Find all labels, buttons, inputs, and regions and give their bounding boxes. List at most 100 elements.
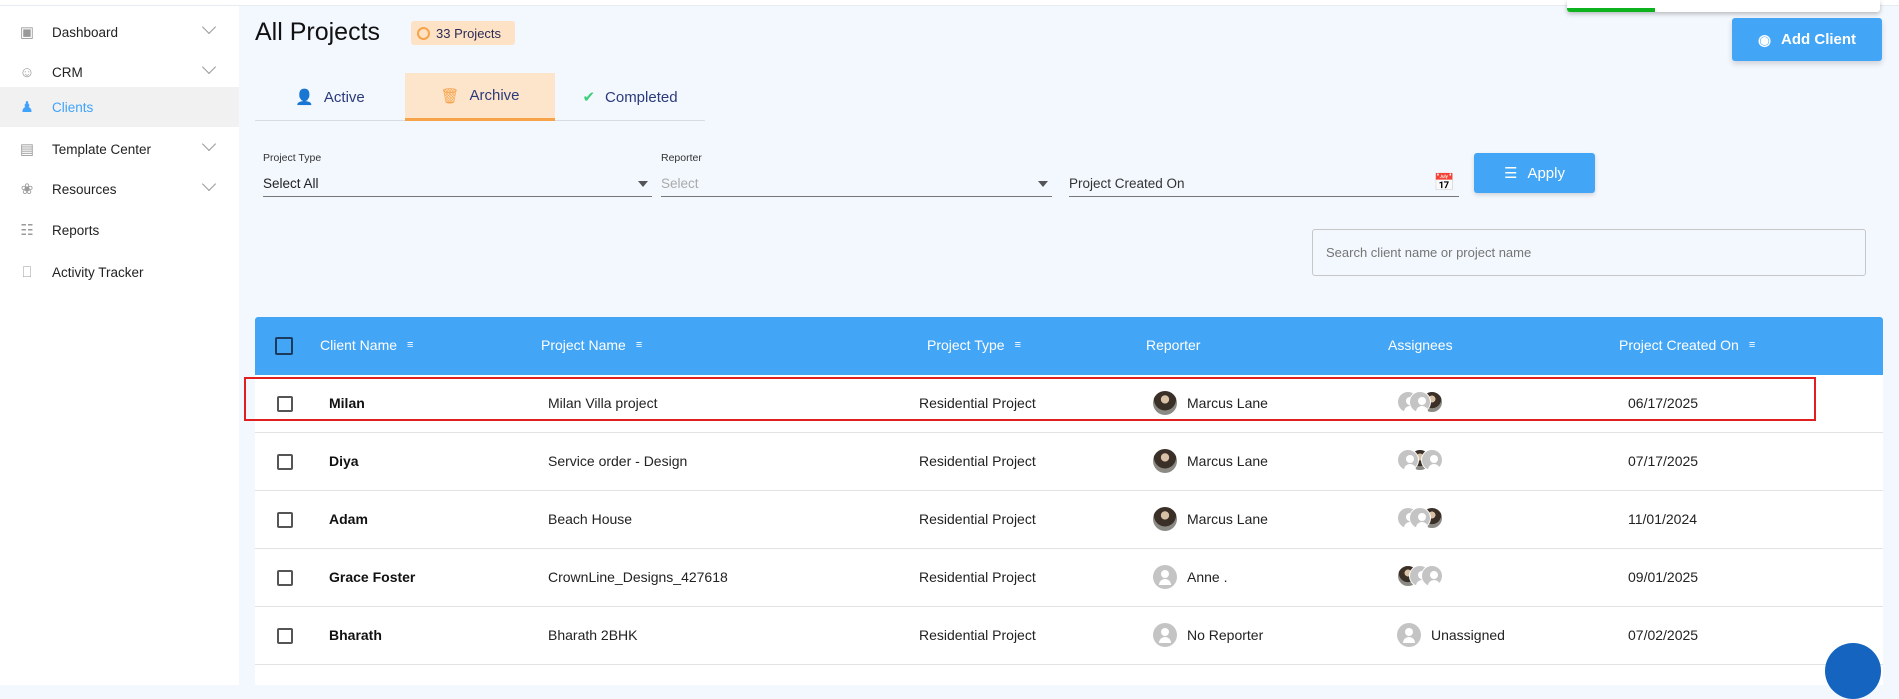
project-name[interactable]: Beach House (548, 511, 632, 527)
row-checkbox[interactable] (277, 570, 293, 586)
chevron-down-icon[interactable] (201, 176, 217, 192)
col-client-name[interactable]: Client Name ≡ (320, 337, 413, 353)
sidebar-item-label: Activity Tracker (52, 264, 144, 280)
clients-icon: ♟ (20, 99, 34, 116)
project-type-select[interactable]: Select All (263, 170, 652, 197)
row-checkbox[interactable] (277, 628, 293, 644)
page-title: All Projects (255, 18, 381, 46)
calendar-icon[interactable]: 📅 (1434, 173, 1455, 193)
search-input[interactable] (1312, 229, 1866, 276)
toast-notification (1567, 0, 1880, 12)
created-on-date: 09/01/2025 (1628, 569, 1699, 585)
sort-icon[interactable]: ≡ (1015, 339, 1021, 351)
sidebar-item-template-center[interactable]: ▤ Template Center (0, 129, 239, 169)
table-row[interactable]: Milan Milan Villa project Residential Pr… (255, 375, 1883, 433)
table-row[interactable]: Bharath Bharath 2BHK Residential Project… (255, 607, 1883, 665)
table-row[interactable]: Adam Beach House Residential Project Mar… (255, 491, 1883, 549)
sidebar-item-label: Clients (52, 99, 94, 115)
reporter-select[interactable]: Select (661, 170, 1052, 197)
reporter-name: Anne . (1187, 569, 1228, 585)
sidebar-item-resources[interactable]: ❀ Resources (0, 169, 239, 209)
client-name[interactable]: Adam (329, 511, 368, 527)
sidebar: ▣ Dashboard ☺ CRM ♟ Clients ▤ Template Center ❀ R… (0, 6, 239, 685)
reporter-placeholder: Select (661, 175, 699, 191)
created-on-date: 11/01/2024 (1628, 511, 1698, 527)
apply-button[interactable]: ☰ Apply (1474, 153, 1595, 193)
caret-down-icon (638, 181, 648, 187)
sidebar-item-activity-tracker[interactable]: ⎕ Activity Tracker (0, 252, 239, 292)
client-name[interactable]: Bharath (329, 627, 382, 643)
sort-icon[interactable]: ≡ (636, 339, 642, 351)
assignee: Unassigned (1397, 623, 1505, 647)
add-client-button[interactable]: ◉ Add Client (1732, 18, 1882, 61)
tab-archive[interactable]: 🗑 Archive (405, 73, 555, 121)
sidebar-item-label: CRM (52, 64, 83, 80)
project-name[interactable]: CrownLine_Designs_427618 (548, 569, 728, 585)
reporter-label: Reporter (661, 152, 702, 164)
chevron-down-icon[interactable] (201, 59, 217, 75)
avatar (1153, 507, 1177, 531)
assignee-avatars (1397, 449, 1443, 471)
reporter-name: Marcus Lane (1187, 453, 1268, 469)
col-created-on[interactable]: Project Created On ≡ (1619, 337, 1755, 353)
tab-label: Archive (469, 87, 520, 104)
sidebar-item-label: Reports (52, 222, 100, 238)
avatar (1153, 449, 1177, 473)
select-all-checkbox[interactable] (275, 337, 293, 355)
add-client-icon: ◉ (1757, 31, 1772, 49)
project-type-value: Select All (263, 175, 319, 191)
resources-icon: ❀ (20, 181, 34, 198)
created-on-date: 06/17/2025 (1628, 395, 1699, 411)
col-label: Client Name (320, 337, 398, 353)
reporter: Anne . (1153, 565, 1227, 589)
chat-widget-button[interactable] (1825, 643, 1881, 699)
project-name[interactable]: Service order - Design (548, 453, 687, 469)
created-on-date-input[interactable]: Project Created On 📅 (1069, 170, 1459, 197)
sidebar-item-clients[interactable]: ♟ Clients (0, 87, 239, 127)
project-type: Residential Project (919, 453, 1036, 469)
client-name[interactable]: Grace Foster (329, 569, 415, 585)
template-icon: ▤ (19, 141, 35, 158)
project-name[interactable]: Bharath 2BHK (548, 627, 638, 643)
client-name[interactable]: Milan (329, 395, 365, 411)
row-checkbox[interactable] (277, 454, 293, 470)
assignee-avatars (1397, 391, 1443, 413)
caret-down-icon (1038, 181, 1048, 187)
tab-active[interactable]: 👤 Active (255, 73, 405, 121)
activity-icon: ⎕ (22, 263, 32, 281)
created-on-date: 07/02/2025 (1628, 627, 1699, 643)
avatar (1153, 565, 1177, 589)
avatar (1409, 507, 1431, 529)
chevron-down-icon[interactable] (201, 19, 217, 35)
table-row[interactable]: Grace Foster CrownLine_Designs_427618 Re… (255, 549, 1883, 607)
toast-progress-bar (1567, 8, 1655, 12)
sidebar-item-dashboard[interactable]: ▣ Dashboard (0, 12, 239, 52)
assignee-avatars (1397, 507, 1443, 529)
table-row[interactable]: Diya Service order - Design Residential … (255, 433, 1883, 491)
col-project-name[interactable]: Project Name ≡ (541, 337, 642, 353)
assignee-label: Unassigned (1431, 627, 1505, 643)
project-name[interactable]: Milan Villa project (548, 395, 657, 411)
col-label: Project Type (927, 337, 1005, 353)
row-checkbox[interactable] (277, 396, 293, 412)
avatar (1397, 449, 1419, 471)
client-name[interactable]: Diya (329, 453, 359, 469)
table-body: Milan Milan Villa project Residential Pr… (255, 375, 1883, 685)
col-label: Project Name (541, 337, 626, 353)
sidebar-item-label: Resources (52, 181, 117, 197)
tab-completed[interactable]: ✔ Completed (555, 73, 705, 121)
chevron-down-icon[interactable] (201, 136, 217, 152)
completed-icon: ✔ (582, 89, 596, 106)
sidebar-item-crm[interactable]: ☺ CRM (0, 52, 239, 92)
tab-label: Active (323, 88, 365, 106)
col-project-type[interactable]: Project Type ≡ (927, 337, 1021, 353)
sidebar-item-reports[interactable]: ☷ Reports (0, 210, 239, 250)
project-type-label: Project Type (263, 152, 322, 164)
sort-icon[interactable]: ≡ (407, 339, 413, 351)
table-row[interactable] (255, 665, 1883, 685)
sort-icon[interactable]: ≡ (1749, 339, 1755, 351)
crm-icon: ☺ (19, 63, 35, 81)
user-check-icon: 👤 (295, 89, 314, 106)
row-checkbox[interactable] (277, 512, 293, 528)
reporter-name: No Reporter (1187, 627, 1264, 643)
